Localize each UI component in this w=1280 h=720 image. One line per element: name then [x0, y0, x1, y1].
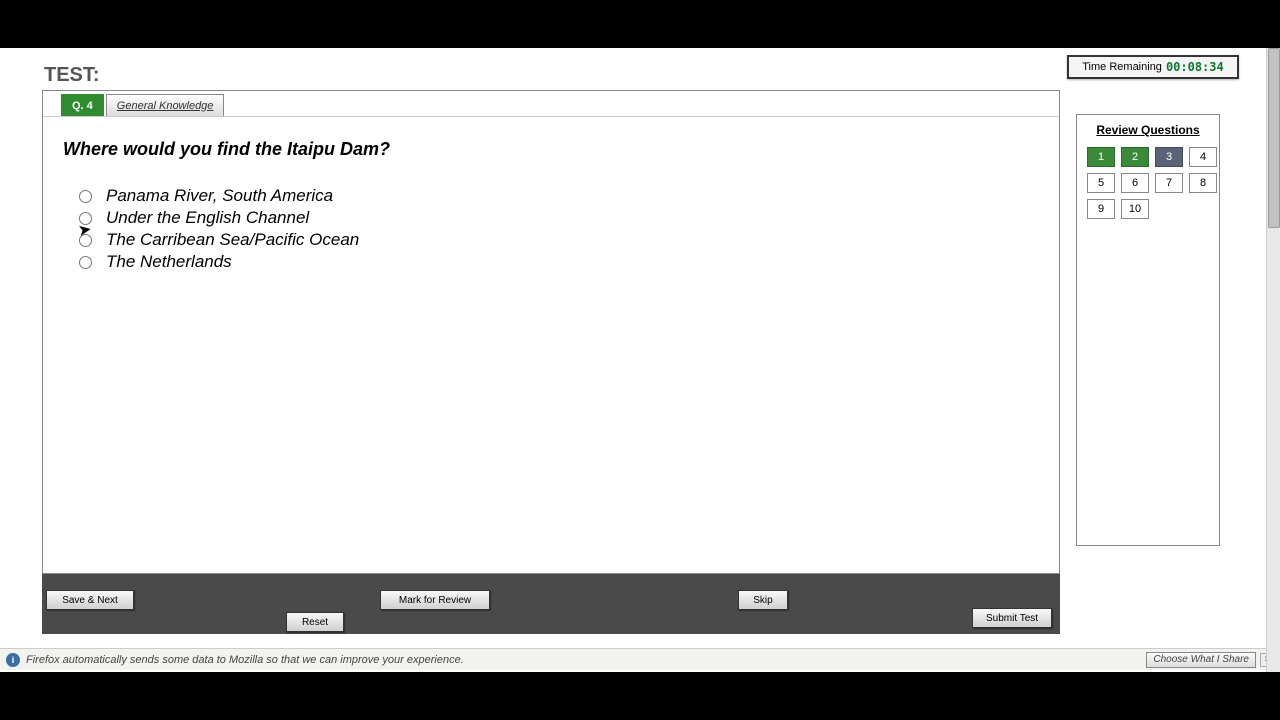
option-radio-4[interactable] — [79, 256, 92, 269]
review-grid: 12345678910 — [1083, 147, 1213, 219]
review-question-3[interactable]: 3 — [1155, 147, 1183, 167]
letterbox-bottom — [0, 672, 1280, 720]
option-radio-2[interactable] — [79, 212, 92, 225]
review-panel: Review Questions 1234 5678 9 10 — [1076, 114, 1220, 546]
question-area: Where would you find the Itaipu Dam? Pan… — [43, 117, 1059, 296]
review-question-1[interactable]: 1 — [1087, 147, 1115, 167]
tab-category[interactable]: General Knowledge — [106, 94, 225, 116]
review-question-5[interactable]: 5 — [1087, 173, 1115, 193]
scrollbar-thumb[interactable] — [1268, 48, 1280, 228]
timer-value: 00:08:34 — [1166, 60, 1224, 74]
option-radio-3[interactable] — [79, 234, 92, 247]
timer-label: Time Remaining — [1082, 61, 1162, 73]
action-bar: Save & Next Reset Mark for Review Skip S… — [42, 574, 1060, 634]
save-next-button[interactable]: Save & Next — [46, 590, 134, 610]
question-panel: Q. 4 General Knowledge Where would you f… — [42, 90, 1060, 574]
timer-box: Time Remaining 00:08:34 — [1067, 55, 1239, 79]
review-question-10[interactable]: 10 — [1121, 199, 1149, 219]
option-label: The Netherlands — [106, 252, 232, 272]
info-icon: i — [6, 653, 20, 667]
tab-question-number[interactable]: Q. 4 — [61, 94, 104, 116]
review-question-9[interactable]: 9 — [1087, 199, 1115, 219]
option-radio-1[interactable] — [79, 190, 92, 203]
review-question-2[interactable]: 2 — [1121, 147, 1149, 167]
tabs-row: Q. 4 General Knowledge — [43, 91, 1059, 117]
test-title: TEST: — [44, 64, 100, 87]
option-row: The Netherlands — [79, 252, 1039, 272]
option-row: Under the English Channel — [79, 208, 1039, 228]
review-title: Review Questions — [1083, 123, 1213, 137]
option-label: The Carribean Sea/Pacific Ocean — [106, 230, 359, 250]
option-label: Panama River, South America — [106, 186, 333, 206]
choose-share-button[interactable]: Choose What I Share — [1146, 652, 1256, 668]
review-question-7[interactable]: 7 — [1155, 173, 1183, 193]
review-question-6[interactable]: 6 — [1121, 173, 1149, 193]
reset-button[interactable]: Reset — [286, 612, 344, 632]
review-question-4[interactable]: 4 — [1189, 147, 1217, 167]
option-row: Panama River, South America — [79, 186, 1039, 206]
notification-text: Firefox automatically sends some data to… — [26, 654, 464, 666]
scrollbar-track[interactable] — [1266, 48, 1280, 672]
skip-button[interactable]: Skip — [738, 590, 788, 610]
question-text: Where would you find the Itaipu Dam? — [63, 139, 1039, 160]
mark-review-button[interactable]: Mark for Review — [380, 590, 490, 610]
option-row: The Carribean Sea/Pacific Ocean — [79, 230, 1039, 250]
option-label: Under the English Channel — [106, 208, 309, 228]
notification-bar: i Firefox automatically sends some data … — [0, 648, 1280, 670]
options-list: Panama River, South America Under the En… — [63, 186, 1039, 272]
letterbox-top — [0, 0, 1280, 48]
review-question-8[interactable]: 8 — [1189, 173, 1217, 193]
submit-test-button[interactable]: Submit Test — [972, 608, 1052, 628]
